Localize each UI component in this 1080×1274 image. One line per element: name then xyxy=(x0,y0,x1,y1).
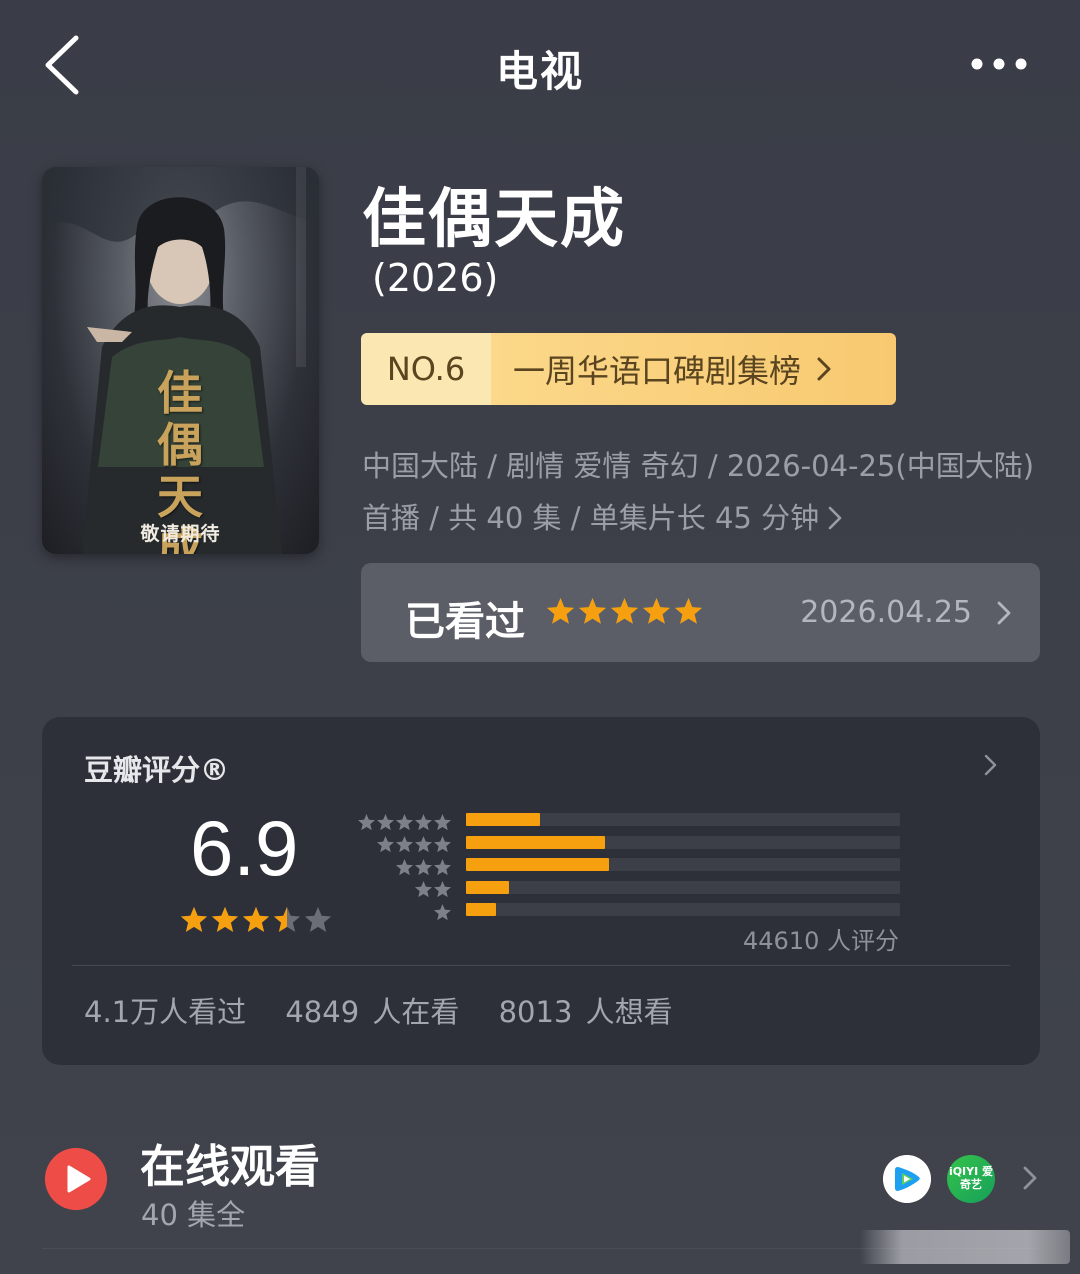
watched-star-icon xyxy=(578,597,607,624)
distribution-bar-track xyxy=(466,858,900,871)
distribution-bar-track xyxy=(466,903,900,916)
distribution-star-row xyxy=(356,834,452,857)
distribution-bar-4-star xyxy=(466,835,605,849)
page-title: 电视 xyxy=(495,47,584,96)
distribution-star-icon xyxy=(377,813,394,830)
watching-count[interactable]: 4849 人在看 xyxy=(285,995,459,1029)
distribution-star-row xyxy=(356,811,452,834)
chevron-right-icon[interactable] xyxy=(1022,1164,1038,1192)
distribution-bar-3-star xyxy=(466,858,610,871)
distribution-star-icon xyxy=(358,813,375,830)
distribution-star-row xyxy=(356,901,452,924)
watched-status-bar[interactable]: 已看过 2026.04.25 xyxy=(361,563,1040,662)
distribution-star-row xyxy=(356,856,452,879)
iqiyi-icon[interactable]: iQIYI 爱奇艺 xyxy=(947,1155,995,1203)
rating-card-title: 豆瓣评分® xyxy=(84,753,230,787)
distribution-star-icon xyxy=(434,813,451,830)
distribution-star-icon xyxy=(396,813,413,830)
chevron-right-icon[interactable] xyxy=(984,753,998,777)
distribution-star-icon xyxy=(415,881,432,898)
more-options-icon[interactable] xyxy=(970,56,1028,72)
ranking-label: 一周华语口碑剧集榜 xyxy=(513,352,802,390)
card-divider xyxy=(72,965,1010,966)
ranking-label-container: 一周华语口碑剧集榜 xyxy=(491,333,896,405)
distribution-bars xyxy=(466,813,900,926)
show-title: 佳偶天成 xyxy=(362,183,626,257)
watched-star-icon xyxy=(546,597,575,624)
watermark xyxy=(860,1230,1070,1264)
distribution-star-icon xyxy=(434,836,451,853)
watched-star-icon xyxy=(642,597,671,624)
score-star-icon xyxy=(180,906,208,932)
score-star-icon xyxy=(304,906,332,932)
distribution-bar-track xyxy=(466,880,900,894)
play-icon[interactable] xyxy=(45,1148,107,1210)
distribution-star-icon xyxy=(396,858,413,875)
ranking-number: NO.6 xyxy=(361,333,491,405)
rating-stars xyxy=(179,905,333,935)
tencent-video-icon[interactable] xyxy=(883,1155,931,1203)
score-star-icon xyxy=(211,906,239,932)
show-meta-info[interactable]: 中国大陆 / 剧情 爱情 奇幻 / 2026-04-25(中国大陆) 首播 / … xyxy=(362,440,1042,544)
distribution-star-icon xyxy=(396,836,413,853)
watched-count[interactable]: 4.1万人看过 xyxy=(84,995,246,1029)
distribution-star-icon xyxy=(415,858,432,875)
distribution-bar-2-star xyxy=(466,880,510,894)
chevron-right-icon xyxy=(817,357,831,381)
poster-caption: 敬请期待 xyxy=(140,523,221,545)
chevron-right-icon xyxy=(828,506,842,530)
online-watch-title[interactable]: 在线观看 xyxy=(140,1130,320,1195)
rating-count: 44610 人评分 xyxy=(743,927,899,955)
distribution-bar-track xyxy=(466,813,900,826)
distribution-star-icon xyxy=(434,903,451,920)
audience-stats: 4.1万人看过 4849 人在看 8013 人想看 xyxy=(84,989,699,1031)
show-meta-text: 中国大陆 / 剧情 爱情 奇幻 / 2026-04-25(中国大陆) 首播 / … xyxy=(362,449,1035,535)
distribution-star-row xyxy=(356,879,452,902)
distribution-star-icon xyxy=(415,813,432,830)
top-nav-bar: 电视 xyxy=(0,0,1080,130)
distribution-star-icon xyxy=(415,836,432,853)
distribution-star-icon xyxy=(377,836,394,853)
rating-score: 6.9 xyxy=(190,804,299,892)
watched-star-icon xyxy=(610,597,639,624)
distribution-star-icon xyxy=(434,858,451,875)
show-year: (2026) xyxy=(372,256,499,300)
ranking-badge[interactable]: NO.6 一周华语口碑剧集榜 xyxy=(361,333,896,405)
watched-date: 2026.04.25 xyxy=(800,595,972,630)
distribution-star-icon xyxy=(434,881,451,898)
user-rating-stars xyxy=(545,596,704,627)
want-count[interactable]: 8013 人想看 xyxy=(499,995,673,1029)
distribution-bar-1-star xyxy=(466,903,497,916)
online-watch-subtitle: 40 集全 xyxy=(141,1198,246,1232)
score-star-icon xyxy=(242,906,270,932)
watched-label: 已看过 xyxy=(405,599,525,645)
watched-star-icon xyxy=(674,597,703,624)
distribution-star-labels xyxy=(356,811,452,924)
douban-rating-card[interactable]: 豆瓣评分® 6.9 44610 人评分 4.1万人看过 4849 人在看 801… xyxy=(42,717,1040,1065)
distribution-bar-5-star xyxy=(466,813,540,826)
distribution-bar-track xyxy=(466,835,900,849)
chevron-right-icon xyxy=(997,601,1011,625)
score-star-icon xyxy=(273,906,301,932)
poster-image[interactable]: 佳偶天成 敬请期待 xyxy=(42,167,319,554)
